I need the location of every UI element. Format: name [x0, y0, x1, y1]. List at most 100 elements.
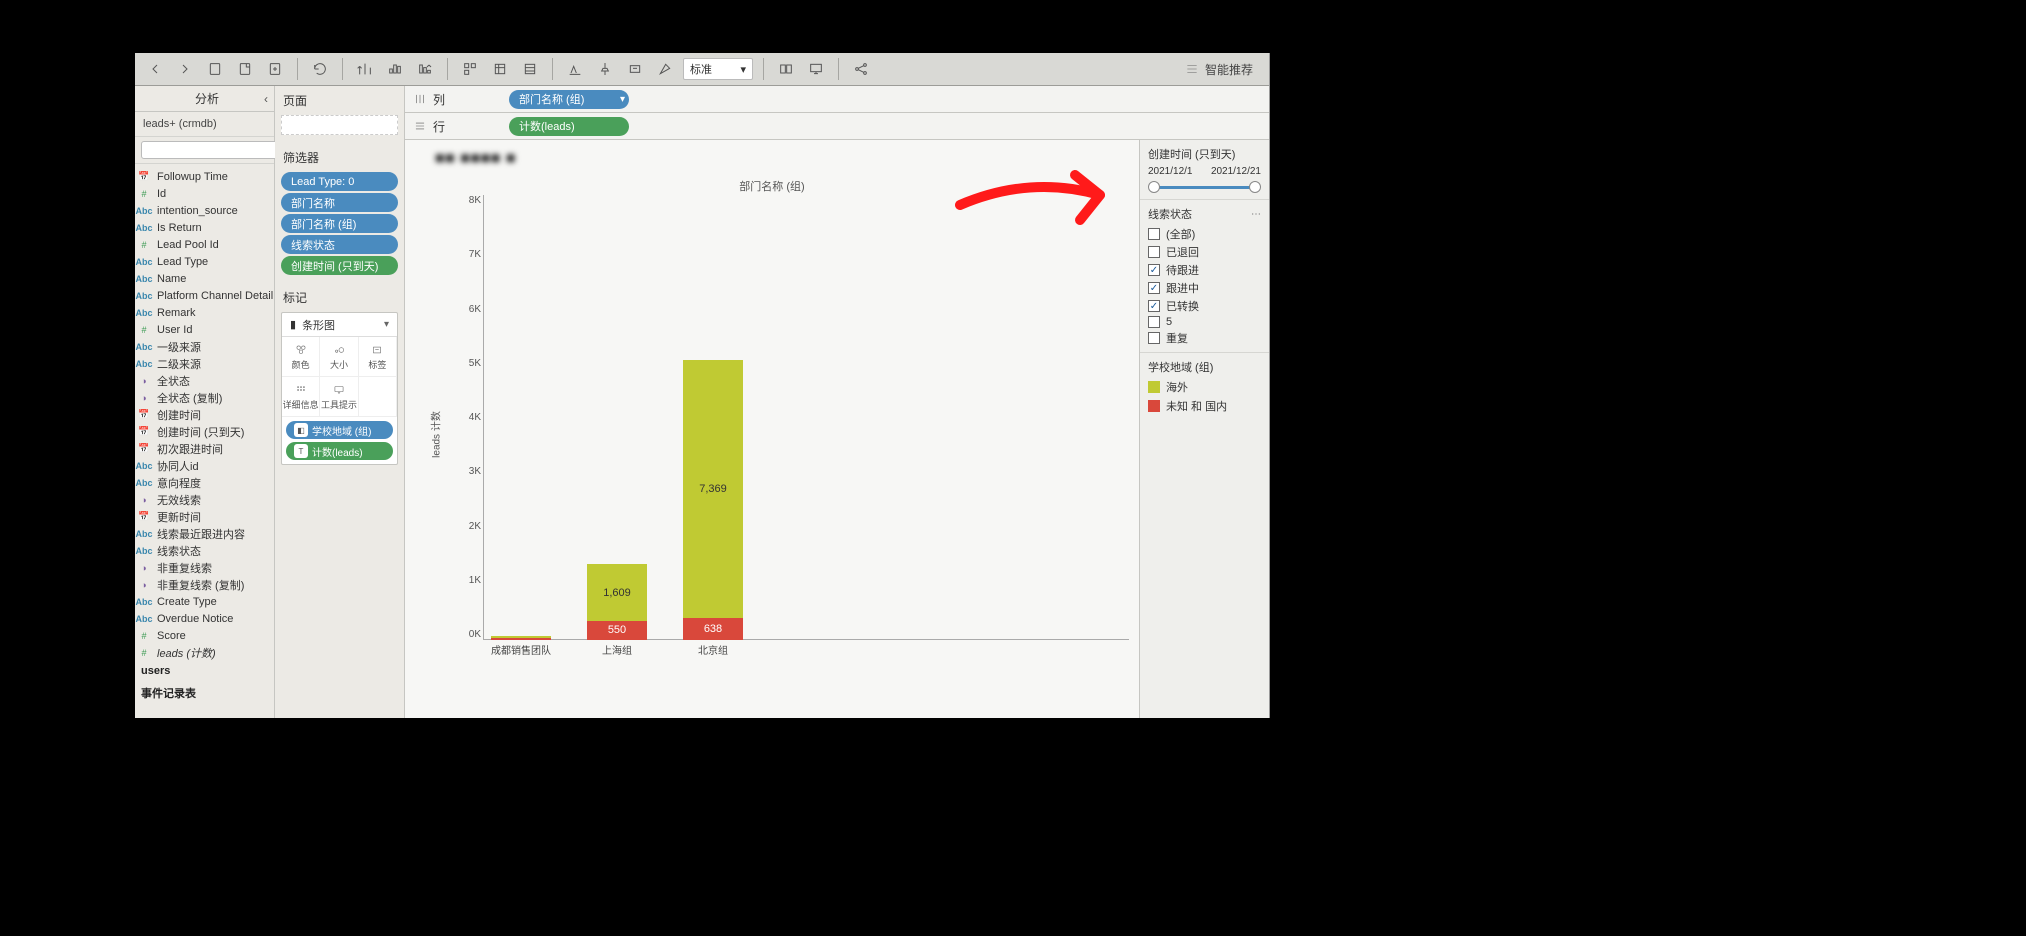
status-checkbox[interactable]: 已转换	[1148, 298, 1261, 314]
separator	[838, 58, 839, 80]
field-item[interactable]: 📅初次跟进时间	[135, 440, 274, 457]
columns-header: 列	[405, 91, 505, 108]
marks-card: ▮ 条形图 ▾ 颜色 大小 标签 详细信息 工具提示 ◧学校地域 (组) T计数…	[281, 312, 398, 465]
rows-shelf[interactable]: 计数(leads)	[505, 117, 1269, 136]
new-worksheet-button[interactable]	[263, 57, 287, 81]
mark-label-pill[interactable]: T计数(leads)	[286, 442, 393, 460]
date-range: 2021/12/1 2021/12/21	[1148, 166, 1261, 177]
field-item[interactable]: Abc意向程度	[135, 474, 274, 491]
field-item[interactable]: Abc线索最近跟进内容	[135, 525, 274, 542]
sort-asc-button[interactable]	[383, 57, 407, 81]
mark-detail[interactable]: 详细信息	[282, 377, 320, 417]
field-item[interactable]: #Score	[135, 627, 274, 644]
field-item[interactable]: AbcLead Type	[135, 253, 274, 270]
presentation-button[interactable]	[804, 57, 828, 81]
shelf-pill[interactable]: 计数(leads)	[509, 117, 629, 136]
viz-region: 列 部门名称 (组)▾ 行 计数(leads) ■■ ■■■■ ■ 部门名称 (…	[405, 86, 1269, 718]
date-slider[interactable]	[1148, 181, 1261, 193]
new-data-button[interactable]	[233, 57, 257, 81]
field-item[interactable]: #Id	[135, 185, 274, 202]
group-button[interactable]	[458, 57, 482, 81]
mark-color[interactable]: 颜色	[282, 337, 320, 377]
label-button[interactable]	[623, 57, 647, 81]
filter-pill[interactable]: 部门名称	[281, 193, 398, 212]
smart-recommend-button[interactable]: 智能推荐	[1177, 59, 1261, 80]
field-item[interactable]: AbcRemark	[135, 304, 274, 321]
field-item[interactable]: ◑非重复线索 (复制)	[135, 576, 274, 593]
slider-handle-left[interactable]	[1148, 181, 1160, 193]
filter-pill[interactable]: 部门名称 (组)	[281, 214, 398, 233]
legend-item[interactable]: 海外	[1148, 379, 1261, 395]
field-item[interactable]: Abc线索状态	[135, 542, 274, 559]
columns-shelf[interactable]: 部门名称 (组)▾	[505, 90, 1269, 109]
datasource-name[interactable]: leads+ (crmdb)	[135, 112, 274, 137]
mark-label[interactable]: 标签	[359, 337, 397, 377]
mark-color-pill[interactable]: ◧学校地域 (组)	[286, 421, 393, 439]
field-item[interactable]: Abcintention_source	[135, 202, 274, 219]
bar-group[interactable]: 5501,609上海组	[587, 564, 647, 640]
pages-shelf[interactable]	[281, 115, 398, 135]
table-header-events[interactable]: 事件记录表	[135, 681, 274, 705]
field-item[interactable]: ◑全状态	[135, 372, 274, 389]
swap-button[interactable]	[353, 57, 377, 81]
rows-shelf-row: 行 计数(leads)	[405, 113, 1269, 140]
field-item[interactable]: AbcIs Return	[135, 219, 274, 236]
table-header-users[interactable]: users	[135, 661, 274, 681]
field-item[interactable]: AbcName	[135, 270, 274, 287]
field-item[interactable]: 📅创建时间	[135, 406, 274, 423]
field-item[interactable]: ◑全状态 (复制)	[135, 389, 274, 406]
field-item[interactable]: #leads (计数)	[135, 644, 274, 661]
field-item[interactable]: #User Id	[135, 321, 274, 338]
bar-group[interactable]: 成都销售团队	[491, 636, 551, 640]
field-item[interactable]: Abc协同人id	[135, 457, 274, 474]
filter-pill[interactable]: Lead Type: 0	[281, 172, 398, 191]
rows-icon	[413, 119, 427, 133]
share-button[interactable]	[849, 57, 873, 81]
legend-item[interactable]: 未知 和 国内	[1148, 398, 1261, 414]
back-button[interactable]	[143, 57, 167, 81]
filters-shelf[interactable]: Lead Type: 0 部门名称部门名称 (组) 线索状态创建时间 (只到天)	[281, 172, 398, 275]
chart-canvas[interactable]: ■■ ■■■■ ■ 部门名称 (组) leads 计数 8K7K6K5K4K3K…	[405, 140, 1139, 718]
slider-handle-right[interactable]	[1249, 181, 1261, 193]
chevron-left-icon: ‹	[264, 92, 268, 106]
forward-button[interactable]	[173, 57, 197, 81]
sort-desc-button[interactable]	[413, 57, 437, 81]
shelf-pill[interactable]: 部门名称 (组)▾	[509, 90, 629, 109]
color-chip-icon: ◧	[294, 423, 308, 437]
field-item[interactable]: ◑非重复线索	[135, 559, 274, 576]
bar-group[interactable]: 6387,369北京组	[683, 360, 743, 640]
status-checkbox[interactable]: 重复	[1148, 330, 1261, 346]
status-checkbox[interactable]: 5	[1148, 316, 1261, 328]
show-cards-button[interactable]	[774, 57, 798, 81]
status-checkbox[interactable]: 跟进中	[1148, 280, 1261, 296]
status-checkbox[interactable]: 待跟进	[1148, 262, 1261, 278]
mark-size[interactable]: 大小	[320, 337, 358, 377]
field-item[interactable]: #Lead Pool Id	[135, 236, 274, 253]
highlight-button[interactable]	[563, 57, 587, 81]
field-item[interactable]: 📅创建时间 (只到天)	[135, 423, 274, 440]
field-item[interactable]: ◑无效线索	[135, 491, 274, 508]
field-item[interactable]: 📅更新时间	[135, 508, 274, 525]
field-item[interactable]: AbcCreate Type	[135, 593, 274, 610]
field-item[interactable]: Abc二级来源	[135, 355, 274, 372]
filter-pill[interactable]: 线索状态	[281, 235, 398, 254]
refresh-button[interactable]	[308, 57, 332, 81]
pin-button[interactable]	[593, 57, 617, 81]
status-checkbox[interactable]: 已退回	[1148, 244, 1261, 260]
show-labels-button[interactable]	[518, 57, 542, 81]
totals-button[interactable]	[488, 57, 512, 81]
fit-mode-select[interactable]: 标准 ▾	[683, 58, 753, 80]
analysis-tab[interactable]: 分析 ‹	[135, 86, 274, 112]
status-checkbox[interactable]: (全部)	[1148, 226, 1261, 242]
field-item[interactable]: AbcOverdue Notice	[135, 610, 274, 627]
marks-type-select[interactable]: ▮ 条形图 ▾	[282, 313, 397, 337]
filter-menu-icon[interactable]: ⋯	[1251, 209, 1261, 220]
field-item[interactable]: 📅Followup Time	[135, 168, 274, 185]
save-button[interactable]	[203, 57, 227, 81]
field-item[interactable]: AbcPlatform Channel Detail	[135, 287, 274, 304]
field-item[interactable]: Abc一级来源	[135, 338, 274, 355]
filter-pill[interactable]: 创建时间 (只到天)	[281, 256, 398, 275]
mark-tooltip[interactable]: 工具提示	[320, 377, 358, 417]
format-button[interactable]	[653, 57, 677, 81]
field-search-input[interactable]	[141, 141, 295, 159]
